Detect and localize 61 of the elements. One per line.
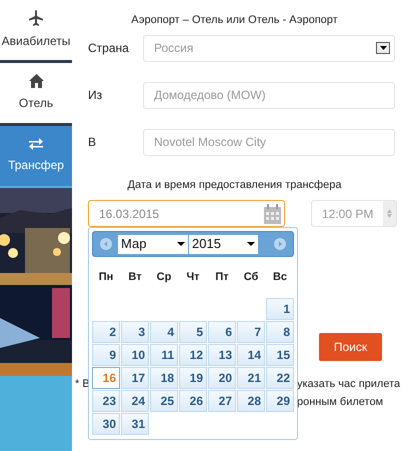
sidebar-tab[interactable]: Отель [0, 63, 72, 123]
day-cell[interactable]: 12 [179, 344, 207, 366]
day-cell[interactable]: 13 [208, 344, 236, 366]
month-select[interactable]: Мар [118, 234, 188, 254]
plane-icon [29, 10, 43, 26]
sidebar-tab[interactable]: Авиабилеты [0, 0, 72, 60]
form-title: Аэропорт – Отель или Отель - Аэропорт [130, 13, 339, 28]
calendar-icon [264, 204, 281, 224]
caret-icon [177, 242, 185, 246]
caret-icon [376, 42, 390, 54]
day-cell[interactable]: 28 [237, 390, 265, 412]
day-cell[interactable]: 1 [266, 298, 294, 320]
day-cell[interactable]: 9 [92, 344, 120, 366]
year-select[interactable]: 2015 [189, 234, 258, 254]
day-cell[interactable]: 4 [150, 320, 178, 342]
day-cell[interactable]: 15 [266, 344, 294, 366]
weekday-label: Пт [214, 270, 230, 285]
day-cell[interactable]: 29 [266, 390, 294, 412]
field-label: Страна [88, 40, 130, 57]
day-cell[interactable]: 19 [179, 366, 207, 388]
day-cell[interactable]: 25 [150, 390, 178, 412]
day-cell[interactable]: 18 [150, 366, 178, 388]
day-cell[interactable]: 20 [208, 366, 236, 388]
day-cell[interactable]: 8 [266, 320, 294, 342]
next-month-icon[interactable] [274, 238, 286, 250]
day-cell[interactable]: 10 [121, 344, 149, 366]
day-cell[interactable]: 7 [237, 320, 265, 342]
day-cell[interactable]: 5 [179, 320, 207, 342]
day-cell[interactable]: 11 [150, 344, 178, 366]
field-label: В [88, 134, 98, 151]
day-cell[interactable]: 21 [237, 366, 265, 388]
house-icon [28, 74, 44, 88]
weekday-label: Вт [127, 270, 143, 285]
search-button[interactable]: Поиск [319, 333, 382, 361]
weekday-label: Чт [185, 270, 201, 285]
day-cell[interactable]: 23 [92, 390, 120, 412]
field-label: Из [88, 87, 104, 104]
day-cell[interactable]: 26 [179, 390, 207, 412]
caret-icon [247, 242, 255, 246]
day-cell[interactable]: 6 [208, 320, 236, 342]
day-cell[interactable]: 14 [237, 344, 265, 366]
day-cell[interactable]: 3 [121, 320, 149, 342]
spinner-icon [383, 201, 396, 226]
day-cell[interactable]: 30 [92, 412, 120, 434]
previous-month-icon[interactable] [100, 238, 112, 250]
section-title: Дата и время предоставления трансфера [126, 178, 342, 192]
day-cell[interactable]: 27 [208, 390, 236, 412]
day-cell[interactable]: 31 [121, 412, 149, 434]
date-field[interactable]: 16.03.2015 [88, 200, 285, 227]
swap-arrows-icon [29, 138, 43, 150]
footnote-text: указать час прилета [297, 377, 400, 392]
weekday-label: Ср [156, 270, 172, 285]
day-cell[interactable]: 17 [121, 366, 149, 388]
weekday-label: Пн [98, 270, 114, 285]
footnote-text: ронным билетом [297, 395, 384, 410]
weekday-label: Сб [242, 270, 260, 285]
day-cell[interactable]: 2 [92, 320, 120, 342]
weekday-label: Вс [272, 270, 288, 285]
day-cell[interactable]: 24 [121, 390, 149, 412]
sidebar-tab[interactable]: Трансфер [0, 126, 72, 186]
day-cell[interactable]: 22 [266, 366, 294, 388]
